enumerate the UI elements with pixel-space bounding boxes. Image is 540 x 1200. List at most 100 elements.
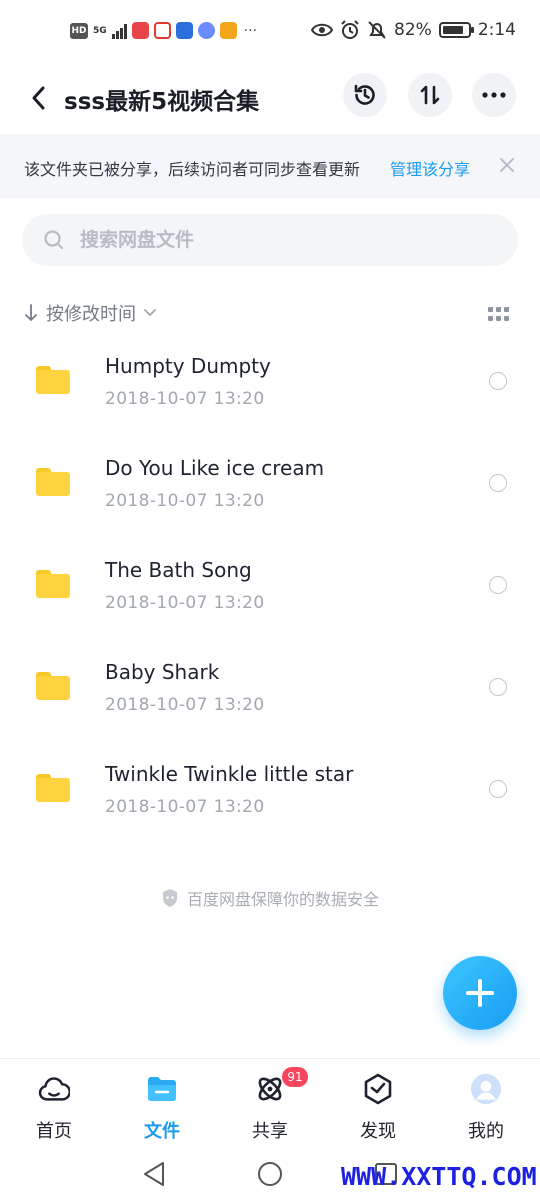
select-checkbox[interactable] [489, 372, 507, 390]
folder-icon [36, 672, 70, 700]
security-text: 百度网盘保障你的数据安全 [186, 890, 379, 909]
notification-badge: 91 [282, 1067, 308, 1087]
file-date: 2018-10-07 13:20 [105, 389, 265, 409]
search-bar[interactable] [22, 214, 518, 266]
add-button[interactable] [443, 956, 517, 1030]
tab-mine[interactable]: 我的 [432, 1059, 540, 1151]
hd-icon: HD [70, 22, 88, 39]
grid-icon-cell [488, 315, 493, 321]
close-notice-button[interactable] [496, 154, 518, 176]
bottom-tab-bar: 首页 文件 91 共享 发现 我的 [0, 1058, 540, 1150]
grid-icon-cell [496, 307, 501, 312]
plus-icon [466, 979, 494, 1007]
file-name: Do You Like ice cream [105, 456, 325, 480]
cloud-home-icon [38, 1073, 70, 1105]
grid-icon-cell [496, 315, 501, 321]
folder-icon [36, 774, 70, 802]
system-nav-bar: WWW.XXTTQ.COM [0, 1150, 540, 1200]
select-checkbox[interactable] [489, 780, 507, 798]
alarm-icon [341, 20, 359, 39]
folder-icon [146, 1073, 178, 1105]
avatar-icon [470, 1073, 502, 1105]
transfer-icon [420, 85, 440, 105]
share-notice-text: 该文件夹已被分享，后续访问者可同步查看更新 [24, 160, 361, 179]
status-left-icons: HD 5G ··· [70, 22, 257, 39]
more-button[interactable] [472, 73, 516, 117]
file-date: 2018-10-07 13:20 [105, 797, 265, 817]
sort-label: 按修改时间 [46, 304, 136, 325]
file-date: 2018-10-07 13:20 [105, 593, 265, 613]
folder-icon [36, 570, 70, 598]
grid-icon [488, 307, 493, 312]
list-item[interactable]: The Bath Song 2018-10-07 13:20 [0, 542, 540, 644]
file-list: Humpty Dumpty 2018-10-07 13:20 Do You Li… [0, 338, 540, 848]
status-right-icons: 82% 2:14 [311, 20, 516, 40]
top-app-bar: sss最新5视频合集 [0, 66, 540, 132]
search-icon [44, 230, 64, 250]
nav-back-button[interactable] [138, 1158, 170, 1190]
security-note: 百度网盘保障你的数据安全 [0, 886, 540, 910]
eye-icon [311, 23, 334, 37]
network-type: 5G [93, 25, 107, 36]
page-title: sss最新5视频合集 [64, 89, 260, 115]
history-button[interactable] [343, 73, 387, 117]
file-date: 2018-10-07 13:20 [105, 491, 265, 511]
history-icon [354, 84, 375, 105]
file-name: Baby Shark [105, 660, 220, 684]
share-notice-banner: 该文件夹已被分享，后续访问者可同步查看更新 管理该分享 [0, 134, 540, 198]
battery-percent: 82% [394, 20, 432, 40]
clock: 2:14 [477, 20, 516, 40]
search-input[interactable] [80, 214, 500, 266]
list-item[interactable]: Baby Shark 2018-10-07 13:20 [0, 644, 540, 746]
grid-icon-cell [504, 307, 509, 312]
tab-files[interactable]: 文件 [108, 1059, 216, 1151]
app-notification-icon [175, 22, 193, 39]
file-name: The Bath Song [105, 558, 252, 582]
file-name: Twinkle Twinkle little star [105, 762, 354, 786]
sort-arrow-icon [25, 304, 37, 321]
back-icon [32, 86, 45, 110]
status-bar: HD 5G ··· 82% 2:14 [0, 0, 540, 66]
tab-home[interactable]: 首页 [0, 1059, 108, 1151]
tab-label: 首页 [36, 1121, 72, 1142]
cube-discover-icon [362, 1073, 394, 1105]
select-checkbox[interactable] [489, 474, 507, 492]
select-checkbox[interactable] [489, 576, 507, 594]
chevron-down-icon [144, 309, 156, 317]
list-item[interactable]: Twinkle Twinkle little star 2018-10-07 1… [0, 746, 540, 848]
file-name: Humpty Dumpty [105, 354, 271, 378]
list-item[interactable]: Humpty Dumpty 2018-10-07 13:20 [0, 338, 540, 440]
manage-share-link[interactable]: 管理该分享 [390, 156, 470, 180]
select-checkbox[interactable] [489, 678, 507, 696]
back-button[interactable] [18, 78, 58, 118]
tab-label: 发现 [360, 1121, 396, 1142]
tab-share[interactable]: 91 共享 [216, 1059, 324, 1151]
folder-icon [36, 468, 70, 496]
mute-icon [368, 21, 386, 39]
tab-label: 文件 [144, 1121, 180, 1142]
sort-selector[interactable]: 按修改时间 [24, 296, 156, 330]
shield-icon [162, 889, 177, 907]
close-icon [500, 158, 514, 172]
battery-icon [438, 22, 474, 38]
triangle-back-icon [144, 1162, 164, 1186]
weibo-icon [153, 22, 171, 39]
music-icon [197, 22, 215, 39]
tab-label: 我的 [468, 1121, 504, 1142]
tab-discover[interactable]: 发现 [324, 1059, 432, 1151]
signal-icon [111, 23, 127, 39]
more-icon [482, 92, 506, 98]
tab-label: 共享 [252, 1121, 288, 1142]
app-notification-icon [131, 22, 149, 39]
grid-icon-cell [504, 315, 509, 321]
folder-icon [36, 366, 70, 394]
file-date: 2018-10-07 13:20 [105, 695, 265, 715]
watermark: WWW.XXTTQ.COM [341, 1162, 537, 1191]
circle-home-icon [258, 1162, 282, 1186]
more-notifications-icon: ··· [243, 22, 258, 39]
list-item[interactable]: Do You Like ice cream 2018-10-07 13:20 [0, 440, 540, 542]
nav-home-button[interactable] [254, 1158, 286, 1190]
app-notification-icon [219, 22, 237, 39]
grid-view-toggle[interactable] [488, 307, 510, 321]
transfer-button[interactable] [408, 73, 452, 117]
